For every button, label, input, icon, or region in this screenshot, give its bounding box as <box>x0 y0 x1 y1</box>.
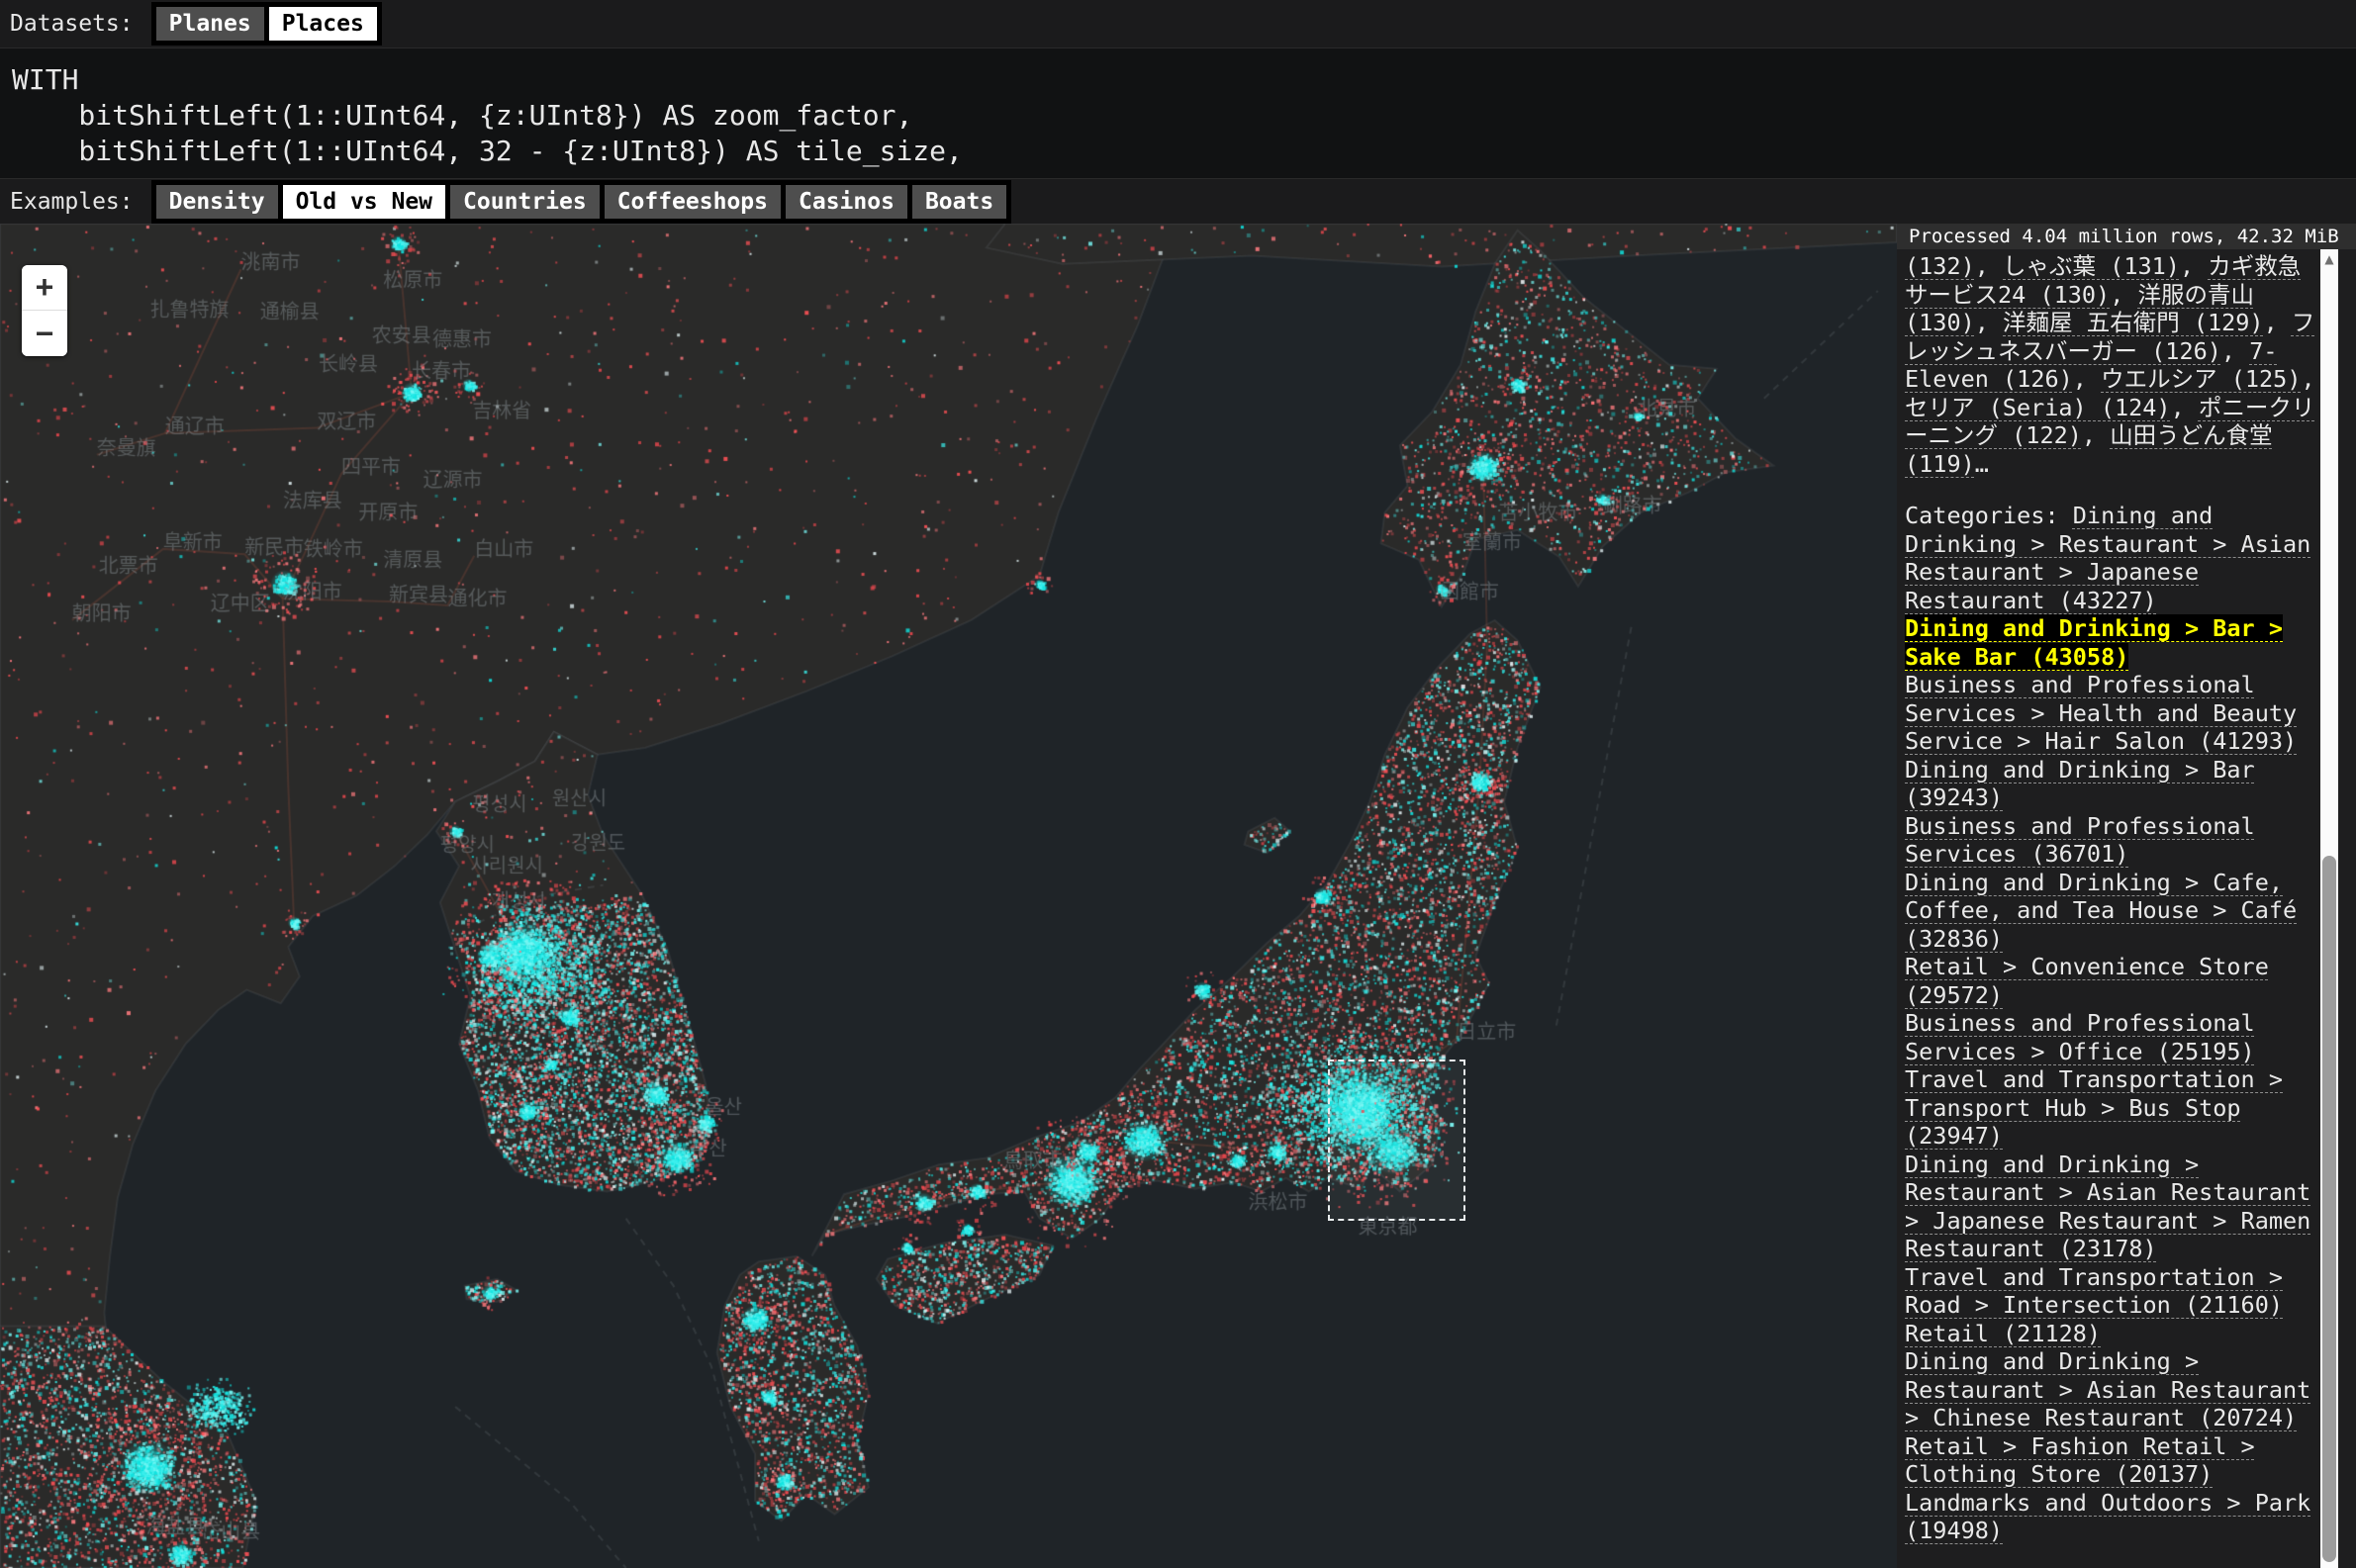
category-link[interactable]: Business and Professional Services > Off… <box>1905 1009 2255 1065</box>
category-item: Retail > Convenience Store (29572) <box>1905 953 2320 1009</box>
brand-link[interactable]: (132) <box>1905 252 1975 280</box>
category-item: Dining and Drinking > Bar > Sake Bar (43… <box>1905 614 2320 671</box>
example-button-countries[interactable]: Countries <box>450 185 600 219</box>
dataset-button-places[interactable]: Places <box>269 7 377 41</box>
categories-list: Categories: Dining and Drinking > Restau… <box>1905 502 2320 1545</box>
map-selection-box <box>1328 1060 1465 1221</box>
examples-bar: Examples: Density Old vs New Countries C… <box>0 179 2356 224</box>
category-link[interactable]: Travel and Transportation > Transport Hu… <box>1905 1065 2283 1150</box>
scroll-up-arrow-icon[interactable]: ▲ <box>2320 253 2338 265</box>
sql-line: WITH <box>12 62 2356 98</box>
zoom-out-button[interactable]: − <box>22 311 67 356</box>
brand-link[interactable]: 洋麺屋 五右衛門 (129) <box>2003 309 2264 336</box>
datasets-button-group: Planes Places <box>151 2 382 46</box>
category-link-highlighted[interactable]: Dining and Drinking > Bar > Sake Bar (43… <box>1905 614 2283 671</box>
category-link[interactable]: Dining and Drinking > Cafe, Coffee, and … <box>1905 869 2297 953</box>
category-item: Landmarks and Outdoors > Park (19498) <box>1905 1489 2320 1545</box>
example-button-casinos[interactable]: Casinos <box>786 185 907 219</box>
category-link[interactable]: Business and Professional Services > Hea… <box>1905 671 2297 755</box>
category-link[interactable]: Dining and Drinking > Bar (39243) <box>1905 756 2255 812</box>
brand-link[interactable]: ウエルシア (125) <box>2101 365 2301 393</box>
categories-label: Categories: <box>1905 502 2073 529</box>
sidebar-scrollbar[interactable]: ▲ <box>2320 249 2338 1568</box>
map-view: + − <box>0 224 1897 1568</box>
datasets-bar: Datasets: Planes Places <box>0 0 2356 47</box>
scrollbar-thumb[interactable] <box>2322 856 2336 1562</box>
dataset-button-planes[interactable]: Planes <box>156 7 264 41</box>
category-item: Travel and Transportation > Road > Inter… <box>1905 1263 2320 1320</box>
sidebar-text: (132), しゃぶ葉 (131), カギ救急サービス24 (130), 洋服の… <box>1897 249 2320 1568</box>
examples-label: Examples: <box>10 189 134 215</box>
brands-list: (132), しゃぶ葉 (131), カギ救急サービス24 (130), 洋服の… <box>1905 252 2320 478</box>
category-item: Dining and Drinking > Cafe, Coffee, and … <box>1905 869 2320 954</box>
sql-query-editor[interactable]: WITH bitShiftLeft(1::UInt64, {z:UInt8}) … <box>0 47 2356 179</box>
category-item: Categories: Dining and Drinking > Restau… <box>1905 502 2320 614</box>
category-item: Business and Professional Services > Off… <box>1905 1009 2320 1065</box>
example-button-coffeeshops[interactable]: Coffeeshops <box>605 185 781 219</box>
results-sidebar: Processed 4.04 million rows, 42.32 MiB (… <box>1897 224 2356 1568</box>
example-button-old-vs-new[interactable]: Old vs New <box>283 185 445 219</box>
map-zoom-control: + − <box>22 265 67 356</box>
map-canvas[interactable] <box>0 224 1897 1568</box>
category-link[interactable]: Travel and Transportation > Road > Inter… <box>1905 1263 2283 1320</box>
example-button-boats[interactable]: Boats <box>912 185 1006 219</box>
category-item: Dining and Drinking > Bar (39243) <box>1905 756 2320 812</box>
category-item: Business and Professional Services > Hea… <box>1905 671 2320 756</box>
category-link[interactable]: Dining and Drinking > Restaurant > Asian… <box>1905 1347 2310 1431</box>
brand-link[interactable]: セリア (Seria) (124) <box>1905 394 2171 421</box>
sql-line: bitShiftLeft(1::UInt64, 32 - {z:UInt8}) … <box>12 134 2356 169</box>
category-item: Dining and Drinking > Restaurant > Asian… <box>1905 1151 2320 1263</box>
category-link[interactable]: Retail > Convenience Store (29572) <box>1905 953 2269 1009</box>
category-link[interactable]: Retail (21128) <box>1905 1320 2101 1347</box>
example-button-density[interactable]: Density <box>156 185 278 219</box>
category-item: Retail (21128) <box>1905 1320 2320 1348</box>
datasets-label: Datasets: <box>10 11 134 37</box>
brand-link[interactable]: しゃぶ葉 (131) <box>2003 252 2180 280</box>
zoom-in-button[interactable]: + <box>22 265 67 311</box>
examples-button-group: Density Old vs New Countries Coffeeshops… <box>151 180 1012 224</box>
category-link[interactable]: Business and Professional Services (3670… <box>1905 812 2255 869</box>
category-link[interactable]: Dining and Drinking > Restaurant > Asian… <box>1905 1151 2310 1263</box>
category-item: Dining and Drinking > Restaurant > Asian… <box>1905 1347 2320 1432</box>
category-item: Travel and Transportation > Transport Hu… <box>1905 1065 2320 1151</box>
category-item: Retail > Fashion Retail > Clothing Store… <box>1905 1432 2320 1489</box>
sql-line: bitShiftLeft(1::UInt64, {z:UInt8}) AS zo… <box>12 98 2356 134</box>
category-link[interactable]: Retail > Fashion Retail > Clothing Store… <box>1905 1432 2255 1489</box>
category-item: Business and Professional Services (3670… <box>1905 812 2320 869</box>
query-status: Processed 4.04 million rows, 42.32 MiB <box>1897 224 2356 249</box>
category-link[interactable]: Landmarks and Outdoors > Park (19498) <box>1905 1489 2310 1545</box>
